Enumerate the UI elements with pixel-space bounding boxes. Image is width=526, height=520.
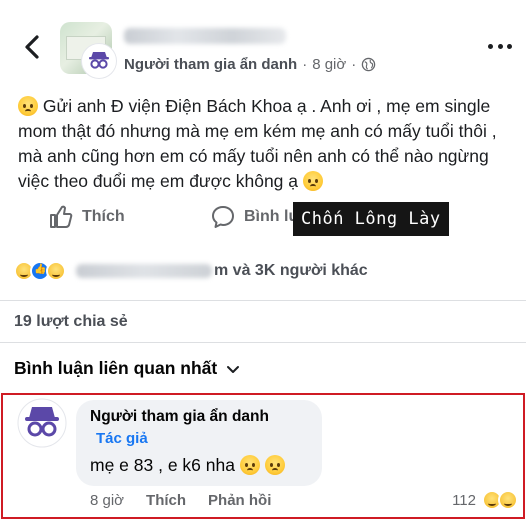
globe-icon [361, 57, 376, 71]
comment-sort-dropdown[interactable]: Bình luận liên quan nhất [14, 358, 241, 379]
comment-reply-button[interactable]: Phản hồi [208, 492, 271, 509]
reactors-text: m và 3K người khác [214, 262, 368, 279]
sad-reaction-icon [498, 490, 518, 510]
reactions-summary[interactable]: m và 3K người khác [14, 258, 368, 284]
author-badge: Tác giả [96, 430, 148, 447]
anonymous-icon [17, 398, 67, 448]
comment-bubble-icon [212, 206, 234, 228]
share-count[interactable]: 19 lượt chia sẻ [14, 313, 128, 331]
group-name-blurred[interactable] [124, 28, 286, 44]
pleading-face-emoji-icon [302, 171, 323, 191]
chevron-left-icon [25, 35, 39, 59]
pleading-face-emoji-icon [18, 96, 38, 116]
comment-time: 8 giờ [90, 492, 125, 509]
separator: · [302, 55, 308, 73]
thumbs-up-icon [50, 205, 73, 228]
poster-line: Người tham gia ẩn danh · 8 giờ · [124, 54, 376, 74]
more-options-button[interactable] [488, 40, 512, 52]
anonymous-avatar[interactable] [82, 44, 116, 78]
sad-reaction-icon [46, 261, 66, 281]
chevron-down-icon [227, 365, 240, 373]
post-text: Gửi anh Đ viện Điện Bách Khoa ạ . Anh ơi… [18, 96, 497, 191]
pleading-face-emoji-icon [264, 455, 285, 475]
divider [0, 342, 526, 343]
post-body: Gửi anh Đ viện Điện Bách Khoa ạ . Anh ơi… [18, 94, 514, 194]
comment-button[interactable]: Bình lu [210, 204, 298, 230]
comment-sort-label: Bình luận liên quan nhất [14, 358, 218, 378]
reactor-name-blurred [76, 264, 212, 278]
comment-author[interactable]: Người tham gia ẩn danh [90, 408, 269, 426]
post-header: Người tham gia ẩn danh · 8 giờ · [0, 0, 526, 86]
comment-avatar[interactable] [17, 398, 67, 448]
poster-name[interactable]: Người tham gia ẩn danh [124, 56, 297, 73]
comment-text-content: mẹ e 83 , e k6 nha [90, 455, 235, 475]
more-horizontal-icon [488, 43, 493, 49]
separator: · [351, 55, 357, 73]
comment-reaction-count: 112 [452, 491, 476, 509]
comment-like-button[interactable]: Thích [146, 492, 186, 509]
pleading-face-emoji-icon [239, 455, 260, 475]
like-button[interactable]: Thích [48, 204, 125, 230]
anonymous-icon [85, 47, 113, 75]
comment-meta: 8 giờ Thích Phản hồi [90, 492, 271, 509]
divider [0, 300, 526, 301]
comment-label: Bình lu [244, 208, 299, 225]
comment-reactions[interactable]: 112 [452, 490, 518, 510]
comment-text: mẹ e 83 , e k6 nha [90, 455, 285, 476]
post-time[interactable]: 8 giờ [312, 56, 346, 73]
back-button[interactable] [18, 32, 46, 62]
watermark: Chốn Lông Lày [293, 202, 449, 236]
like-label: Thích [82, 208, 125, 225]
